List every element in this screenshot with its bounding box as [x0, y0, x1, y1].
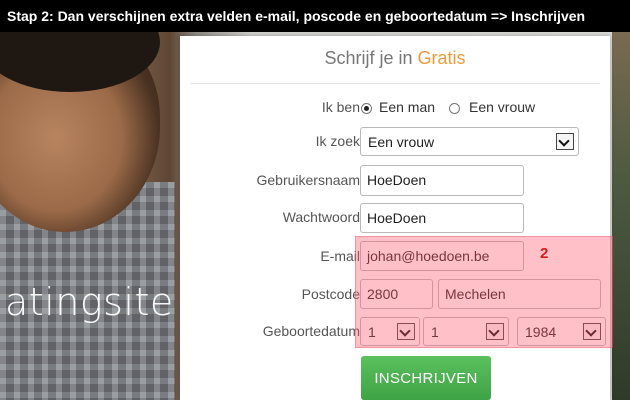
radio-een-man-label[interactable]: Een man [379, 99, 435, 115]
gebruikersnaam-input[interactable]: HoeDoen [360, 165, 524, 196]
radio-een-man[interactable] [361, 103, 372, 114]
panel-title: Schrijf je in Gratis [180, 48, 610, 69]
geboortedatum-label: Geboortedatum [262, 323, 360, 339]
ik-zoek-select[interactable]: Een vrouw [360, 127, 579, 156]
postcode-label: Postcode [301, 286, 360, 302]
inschrijven-button[interactable]: INSCHRIJVEN [361, 356, 491, 400]
radio-een-vrouw-label[interactable]: Een vrouw [469, 99, 535, 115]
background-site-title: atingsite [5, 280, 174, 324]
photo-right-edge [612, 32, 630, 400]
step-number-annotation: 2 [540, 245, 549, 262]
gebruikersnaam-label: Gebruikersnaam [256, 172, 361, 188]
ik-zoek-value: Een vrouw [368, 134, 435, 150]
ik-ben-label: Ik ben [321, 99, 360, 115]
new-fields-highlight [355, 236, 613, 348]
chevron-down-icon[interactable] [556, 133, 574, 150]
panel-title-main: Schrijf je in [324, 48, 413, 68]
wachtwoord-input[interactable]: HoeDoen [360, 203, 524, 233]
title-divider [190, 83, 600, 84]
tutorial-caption: Stap 2: Dan verschijnen extra velden e-m… [0, 0, 630, 32]
panel-title-accent: Gratis [417, 48, 466, 68]
ik-zoek-label: Ik zoek [315, 133, 360, 149]
radio-een-vrouw[interactable] [449, 103, 460, 114]
wachtwoord-label: Wachtwoord [282, 209, 360, 225]
